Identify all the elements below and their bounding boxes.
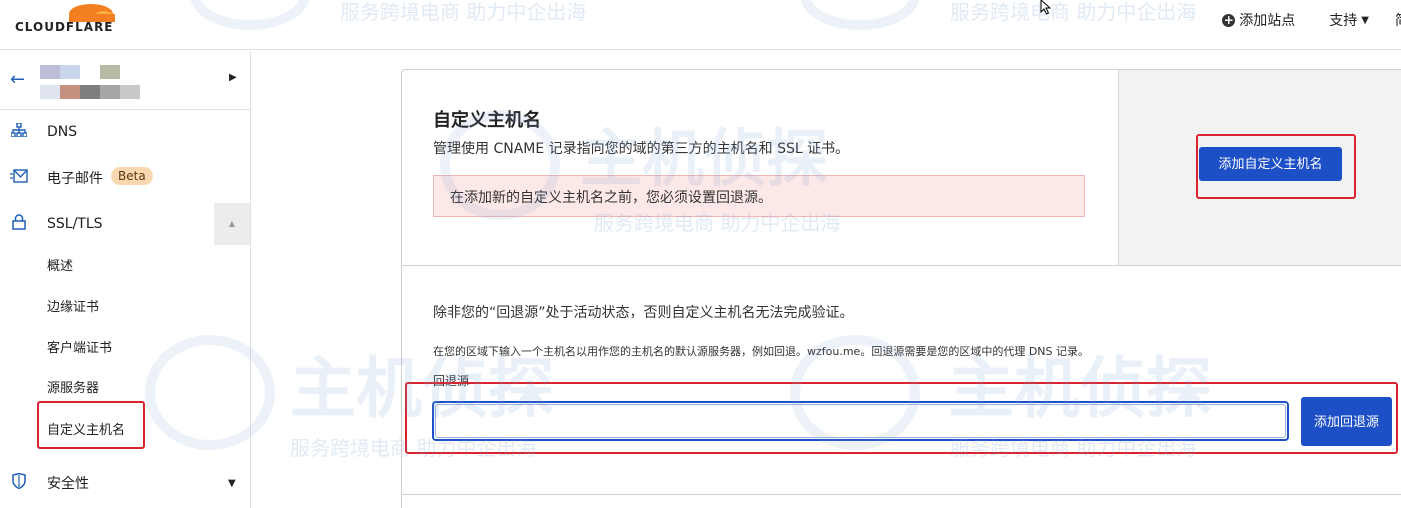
support-menu[interactable]: 支持 ▼ (1329, 10, 1369, 30)
collapse-icon[interactable]: ▲ (214, 203, 250, 245)
sidebar-item-label: SSL/TLS (47, 216, 103, 232)
plus-circle-icon: + (1222, 12, 1236, 27)
sidebar-item-label: DNS (47, 124, 78, 140)
shield-icon (10, 472, 28, 493)
top-header: CLOUDFLARE + 添加站点 支持 ▼ 简 (0, 0, 1401, 50)
sitemap-icon (10, 122, 28, 141)
highlight-box (405, 382, 1398, 454)
sidebar: ← ▶ DNS 电子邮件 Beta SSL/TLS ▲ 概述 边缘证书 客户端证… (0, 51, 251, 508)
sidebar-subitem-origin-server[interactable]: 源服务器 (47, 377, 99, 396)
caret-down-icon: ▼ (1361, 14, 1369, 26)
sidebar-subitem-edge-certificates[interactable]: 边缘证书 (47, 296, 99, 315)
sidebar-item-dns[interactable]: DNS (0, 112, 250, 152)
fallback-origin-detail: 在您的区域下输入一个主机名以用作您的主机名的默认源服务器，例如回退。wzfou.… (433, 345, 1089, 358)
sidebar-item-label: 电子邮件 (47, 171, 103, 187)
add-site-link[interactable]: + 添加站点 (1222, 10, 1295, 30)
mouse-cursor-icon (1040, 0, 1052, 15)
header-actions: + 添加站点 支持 ▼ 简 (1188, 10, 1401, 30)
sidebar-item-ssl-tls[interactable]: SSL/TLS ▲ (0, 203, 250, 245)
divider (402, 494, 1401, 495)
custom-hostnames-card: 自定义主机名 管理使用 CNAME 记录指向您的域的第三方的主机名和 SSL 证… (401, 69, 1401, 508)
back-arrow-icon[interactable]: ← (10, 69, 25, 90)
highlight-box (1196, 134, 1356, 199)
account-switcher[interactable]: ← ▶ (0, 51, 250, 110)
card-description: 管理使用 CNAME 记录指向您的域的第三方的主机名和 SSL 证书。 (433, 141, 850, 157)
highlight-box (37, 401, 145, 449)
triangle-right-icon[interactable]: ▶ (229, 72, 237, 83)
lock-icon (10, 214, 28, 234)
sidebar-item-security[interactable]: 安全性 ▼ (0, 463, 250, 503)
brand-name: CLOUDFLARE (15, 20, 114, 34)
card-title: 自定义主机名 (433, 110, 541, 131)
envelope-icon (10, 169, 28, 187)
sidebar-subitem-client-certificates[interactable]: 客户端证书 (47, 337, 112, 356)
fallback-origin-note: 除非您的“回退源”处于活动状态，否则自定义主机名无法完成验证。 (433, 305, 854, 321)
sidebar-subitem-overview[interactable]: 概述 (47, 255, 73, 274)
warning-banner: 在添加新的自定义主机名之前，您必须设置回退源。 (433, 175, 1085, 217)
caret-down-icon[interactable]: ▼ (228, 478, 236, 489)
language-menu[interactable]: 简 (1395, 10, 1401, 30)
add-site-label: 添加站点 (1239, 13, 1296, 29)
language-label: 简 (1395, 10, 1401, 30)
sidebar-item-email[interactable]: 电子邮件 Beta (0, 158, 250, 198)
sidebar-item-label: 安全性 (47, 476, 89, 492)
account-avatar (40, 65, 140, 99)
cloudflare-logo[interactable]: CLOUDFLARE (7, 0, 117, 38)
warning-text: 在添加新的自定义主机名之前，您必须设置回退源。 (450, 190, 772, 206)
support-label: 支持 (1329, 13, 1358, 29)
beta-badge: Beta (111, 167, 153, 185)
divider (402, 265, 1401, 266)
